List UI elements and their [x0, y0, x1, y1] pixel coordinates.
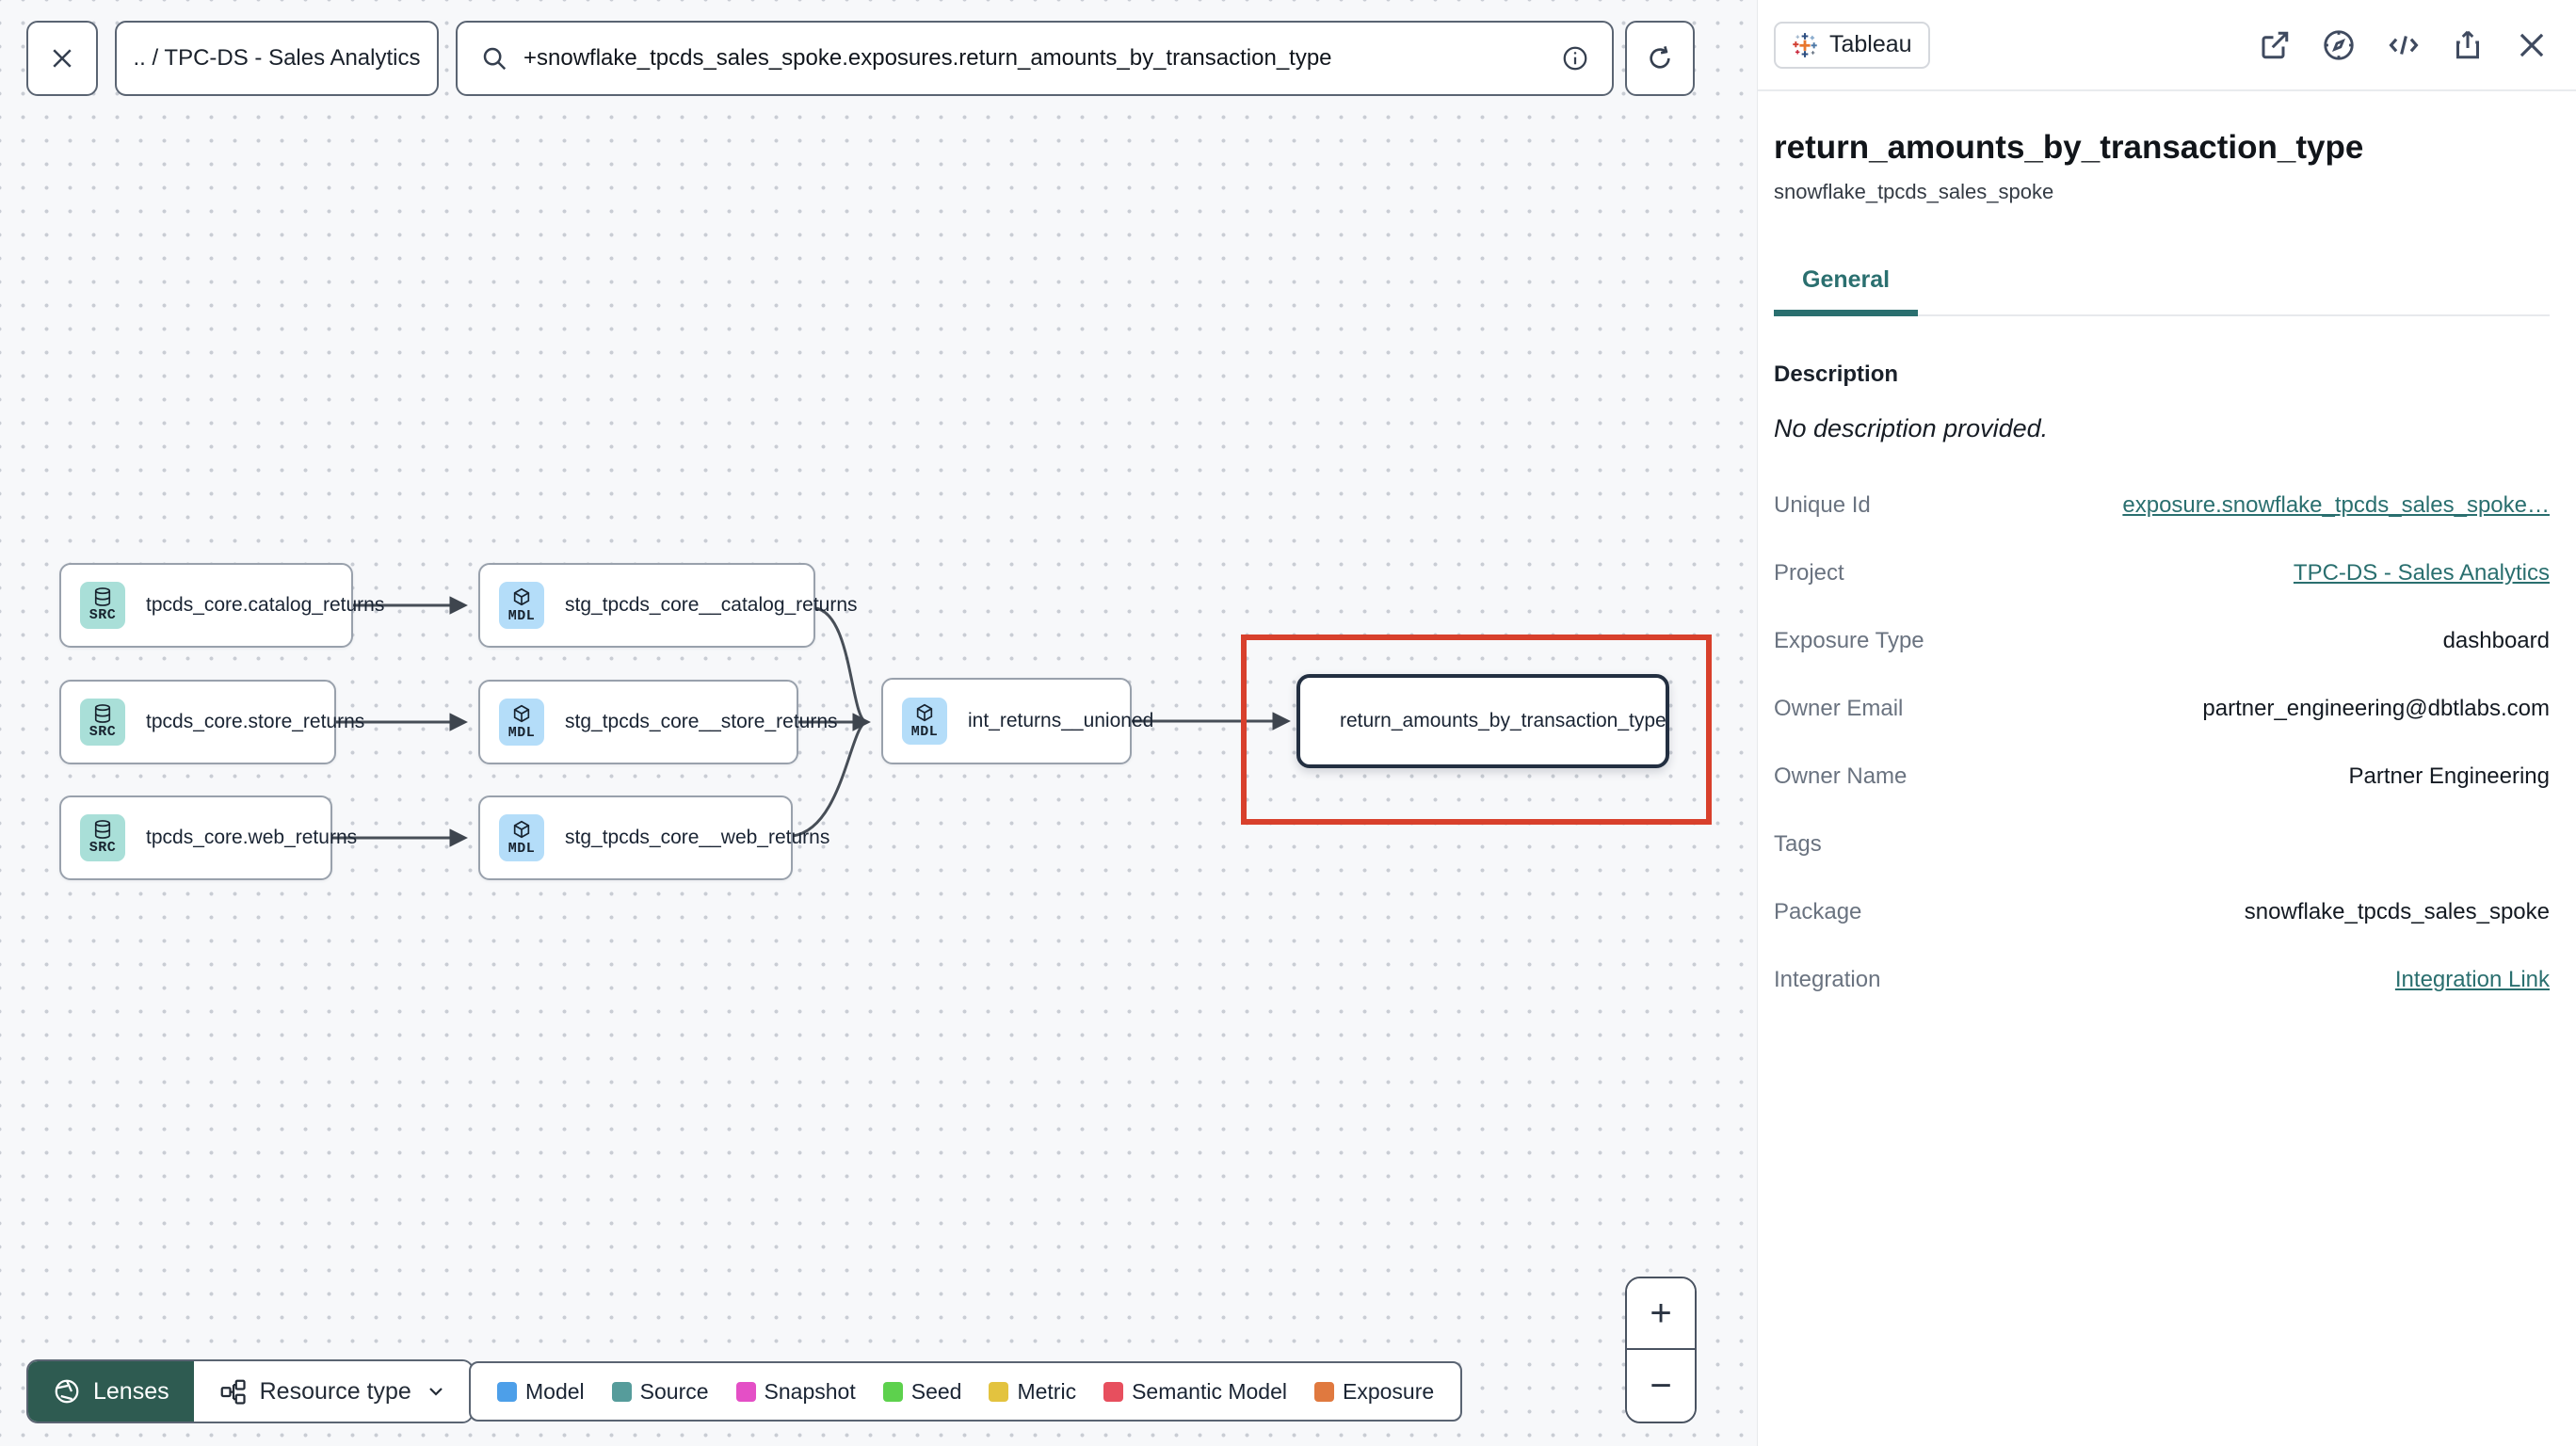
chevron-down-icon: [429, 1388, 443, 1396]
resource-type-dropdown[interactable]: Resource type: [193, 1361, 472, 1422]
database-icon: [94, 587, 111, 606]
tableau-tool-badge[interactable]: Tableau: [1774, 21, 1930, 69]
model-resource-icon: MDL: [499, 582, 544, 629]
zoom-controls: + −: [1625, 1277, 1697, 1423]
row-owner-email: Owner Email partner_engineering@dbtlabs.…: [1774, 696, 2550, 721]
model-resource-icon: MDL: [499, 699, 544, 746]
metric-color-swatch: [989, 1381, 1009, 1402]
details-panel-header: Tableau: [1758, 0, 2576, 91]
lineage-canvas[interactable]: .. / TPC-DS - Sales Analytics +snowflake…: [0, 0, 1758, 1446]
resource-type-legend: Model Source Snapshot Seed Metric Semant…: [469, 1361, 1463, 1422]
canvas-controls-group: Lenses Resource type: [26, 1359, 474, 1423]
legend-item-model: Model: [497, 1379, 585, 1405]
refresh-icon: [1650, 45, 1670, 69]
info-icon[interactable]: [1561, 44, 1589, 72]
model-resource-icon: MDL: [902, 698, 947, 745]
close-lineage-button[interactable]: [26, 21, 98, 96]
lenses-button[interactable]: Lenses: [28, 1361, 194, 1422]
database-icon: [94, 704, 111, 723]
graph-node-source-store-returns[interactable]: SRC tpcds_core.store_returns: [59, 680, 364, 764]
legend-item-snapshot: Snapshot: [735, 1379, 856, 1405]
breadcrumb[interactable]: .. / TPC-DS - Sales Analytics: [115, 21, 439, 96]
legend-item-source: Source: [611, 1379, 709, 1405]
share-icon[interactable]: [2451, 28, 2485, 62]
open-external-icon[interactable]: [2258, 28, 2292, 62]
resource-title: return_amounts_by_transaction_type: [1774, 129, 2364, 166]
row-tags: Tags: [1774, 831, 1822, 857]
panel-tabs: General: [1774, 266, 2550, 316]
graph-node-stg-catalog-returns[interactable]: MDL stg_tpcds_core__catalog_returns: [478, 563, 858, 648]
row-package: Package snowflake_tpcds_sales_spoke: [1774, 899, 2550, 924]
legend-item-metric: Metric: [989, 1379, 1076, 1405]
cube-icon: [513, 587, 530, 606]
semantic-model-color-swatch: [1103, 1381, 1124, 1402]
project-link[interactable]: TPC-DS - Sales Analytics: [2294, 560, 2550, 586]
graph-node-stg-web-returns[interactable]: MDL stg_tpcds_core__web_returns: [478, 795, 829, 880]
graph-node-exposure-selected[interactable]: return_amounts_by_transaction_type: [1296, 674, 1669, 768]
snapshot-color-swatch: [735, 1381, 756, 1402]
zoom-out-button[interactable]: −: [1627, 1350, 1695, 1422]
tab-general[interactable]: General: [1774, 266, 1919, 316]
cube-icon: [513, 704, 530, 723]
model-resource-icon: MDL: [499, 814, 544, 861]
graph-node-stg-store-returns[interactable]: MDL stg_tpcds_core__store_returns: [478, 680, 838, 764]
source-resource-icon: SRC: [80, 814, 125, 861]
search-input[interactable]: +snowflake_tpcds_sales_spoke.exposures.r…: [523, 45, 1546, 72]
seed-color-swatch: [882, 1381, 903, 1402]
row-project: Project TPC-DS - Sales Analytics: [1774, 560, 2550, 586]
source-color-swatch: [611, 1381, 632, 1402]
graph-node-source-catalog-returns[interactable]: SRC tpcds_core.catalog_returns: [59, 563, 384, 648]
legend-item-exposure: Exposure: [1314, 1379, 1434, 1405]
panel-action-icons: [2258, 27, 2550, 63]
close-panel-icon[interactable]: [2514, 27, 2550, 63]
source-resource-icon: SRC: [80, 699, 125, 746]
refresh-button[interactable]: [1625, 21, 1695, 96]
database-icon: [94, 820, 111, 839]
cube-icon: [513, 820, 530, 839]
integration-link[interactable]: Integration Link: [2395, 967, 2550, 993]
search-icon: [483, 47, 507, 71]
row-owner-name: Owner Name Partner Engineering: [1774, 763, 2550, 789]
search-bar[interactable]: +snowflake_tpcds_sales_spoke.exposures.r…: [456, 21, 1614, 96]
details-panel: Tableau return_amounts_by_transaction_ty…: [1758, 0, 2576, 1446]
description-empty-text: No description provided.: [1774, 414, 2049, 442]
exposure-color-swatch: [1314, 1381, 1334, 1402]
legend-item-semantic-model: Semantic Model: [1103, 1379, 1287, 1405]
tableau-logo-icon: [1793, 32, 1817, 57]
legend-item-seed: Seed: [882, 1379, 961, 1405]
model-color-swatch: [497, 1381, 517, 1402]
source-resource-icon: SRC: [80, 582, 125, 629]
resource-type-icon: [220, 1379, 246, 1405]
details-rows: Unique Id exposure.snowflake_tpcds_sales…: [1774, 472, 2550, 1014]
close-icon: [53, 49, 72, 68]
code-icon[interactable]: [2386, 27, 2422, 63]
row-unique-id: Unique Id exposure.snowflake_tpcds_sales…: [1774, 492, 2550, 519]
description-heading: Description: [1774, 362, 1899, 387]
row-exposure-type: Exposure Type dashboard: [1774, 628, 2550, 653]
graph-node-int-returns-unioned[interactable]: MDL int_returns__unioned: [881, 678, 1153, 764]
graph-node-source-web-returns[interactable]: SRC tpcds_core.web_returns: [59, 795, 357, 880]
zoom-in-button[interactable]: +: [1627, 1278, 1695, 1350]
lens-aperture-icon: [55, 1379, 79, 1404]
cube-icon: [916, 703, 933, 722]
details-panel-body: return_amounts_by_transaction_type snowf…: [1758, 129, 2576, 1014]
row-integration: Integration Integration Link: [1774, 967, 2550, 993]
resource-package-subtitle: snowflake_tpcds_sales_spoke: [1774, 180, 2054, 203]
explore-compass-icon[interactable]: [2321, 27, 2357, 63]
unique-id-link[interactable]: exposure.snowflake_tpcds_sales_spoke…: [2122, 492, 2550, 519]
